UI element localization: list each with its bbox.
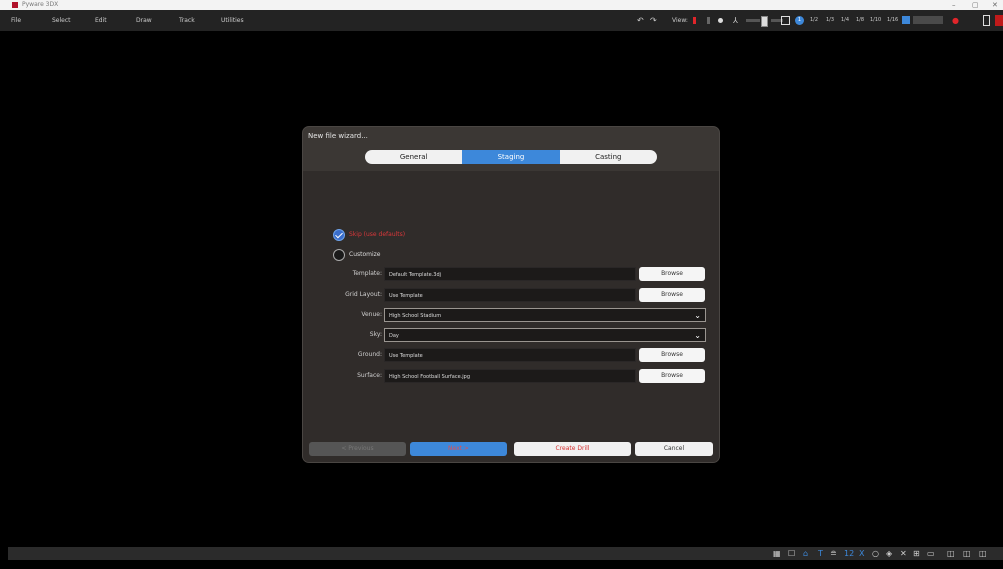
template-field[interactable]: Default Template.3dj — [384, 267, 636, 281]
grid-layout-field[interactable]: Use Template — [384, 288, 636, 302]
maximize-button[interactable]: ▢ — [972, 0, 979, 10]
customize-radio[interactable] — [333, 249, 345, 261]
slider-handle-icon[interactable] — [761, 16, 768, 27]
view-label: View: — [672, 17, 688, 24]
redo-icon[interactable]: ↷ — [650, 10, 657, 31]
view-grey-marker-icon[interactable] — [707, 17, 710, 24]
fraction-1-2[interactable]: 1/2 — [810, 10, 818, 31]
staging-panel: Skip (use defaults) Customize Template: … — [303, 171, 719, 462]
create-drill-button[interactable]: Create Drill — [514, 442, 631, 456]
slider-track-icon[interactable] — [746, 19, 760, 22]
view-1-icon[interactable]: ◫ — [947, 547, 955, 560]
zoom-x-label: X — [859, 549, 865, 558]
menu-edit[interactable]: Edit — [95, 10, 107, 31]
new-file-wizard-dialog: New file wizard... General Staging Casti… — [303, 127, 719, 462]
goalpost-icon[interactable]: T — [818, 547, 823, 560]
location-pin-icon[interactable]: ● — [952, 10, 959, 31]
fraction-1-4[interactable]: 1/4 — [841, 10, 849, 31]
template-browse-button[interactable]: Browse — [639, 267, 705, 281]
template-label: Template: — [352, 270, 382, 277]
grid-layout-browse-button[interactable]: Browse — [639, 288, 705, 302]
skip-label: Skip (use defaults) — [349, 231, 406, 238]
fraction-1-8[interactable]: 1/8 — [856, 10, 864, 31]
home-icon[interactable]: ⌂ — [803, 547, 808, 560]
window-titlebar: Pyware 3DX – ▢ ✕ — [0, 0, 1003, 10]
fraction-1-10[interactable]: 1/10 — [870, 10, 881, 31]
fraction-1-16[interactable]: 1/16 — [887, 10, 898, 31]
view-dot-icon[interactable] — [718, 18, 723, 23]
chevron-down-icon: ⌄ — [694, 331, 701, 340]
view-2-icon[interactable]: ◫ — [963, 547, 971, 560]
venue-value: High School Stadium — [389, 313, 442, 319]
sky-label: Sky: — [369, 331, 382, 338]
minimize-button[interactable]: – — [952, 0, 956, 10]
menu-bar: File Select Edit Draw Track Utilities ↶ … — [0, 10, 1003, 31]
wizard-tabs: General Staging Casting — [365, 150, 657, 164]
chevron-down-icon: ⌄ — [694, 311, 701, 320]
menu-utilities[interactable]: Utilities — [221, 10, 244, 31]
view-red-marker-icon[interactable] — [693, 17, 696, 24]
customize-label: Customize — [349, 251, 381, 258]
camera-icon[interactable]: ▭ — [927, 547, 935, 560]
input-box[interactable] — [913, 16, 943, 24]
tab-general[interactable]: General — [365, 150, 463, 164]
window-title: Pyware 3DX — [22, 1, 59, 8]
next-button[interactable]: Next > — [410, 442, 507, 456]
sky-select[interactable]: Day ⌄ — [384, 328, 706, 342]
venue-select[interactable]: High School Stadium ⌄ — [384, 308, 706, 322]
ground-label: Ground: — [357, 351, 382, 358]
view-3-icon[interactable]: ◫ — [979, 547, 987, 560]
menu-file[interactable]: File — [11, 10, 21, 31]
menu-select[interactable]: Select — [52, 10, 71, 31]
cross-icon[interactable]: ✕ — [900, 547, 907, 560]
panel-toggle-icon[interactable] — [983, 15, 990, 26]
table-icon[interactable]: ⊞ — [913, 547, 920, 560]
fraction-1-3[interactable]: 1/3 — [826, 10, 834, 31]
compass-icon[interactable]: ⅄ — [733, 10, 738, 31]
undo-icon[interactable]: ↶ — [637, 10, 644, 31]
menu-draw[interactable]: Draw — [136, 10, 152, 31]
stairs-icon[interactable]: ≘ — [830, 547, 837, 560]
square-icon[interactable]: ☐ — [788, 547, 795, 560]
surface-field[interactable]: High School Football Surface.jpg — [384, 369, 636, 383]
dialog-title: New file wizard... — [308, 132, 368, 140]
square-view-icon[interactable] — [781, 16, 790, 25]
diamond-icon[interactable]: ◈ — [886, 547, 892, 560]
record-icon[interactable] — [995, 15, 1003, 26]
tab-staging[interactable]: Staging — [462, 150, 560, 164]
check-toggle-icon[interactable] — [902, 16, 910, 24]
level-badge[interactable]: 1 — [795, 16, 804, 25]
app-icon — [12, 2, 18, 8]
grid-layout-label: Grid Layout: — [345, 291, 382, 298]
cancel-button[interactable]: Cancel — [635, 442, 713, 456]
ground-field[interactable]: Use Template — [384, 348, 636, 362]
bottom-strip — [0, 560, 1003, 569]
sky-value: Day — [389, 333, 399, 339]
close-button[interactable]: ✕ — [992, 0, 998, 10]
surface-label: Surface: — [357, 372, 382, 379]
grid-icon[interactable]: ▦ — [773, 547, 781, 560]
surface-browse-button[interactable]: Browse — [639, 369, 705, 383]
zoom-value[interactable]: 12 — [844, 547, 854, 560]
previous-button[interactable]: < Previous — [309, 442, 406, 456]
skip-radio[interactable] — [333, 229, 345, 241]
ground-browse-button[interactable]: Browse — [639, 348, 705, 362]
venue-label: Venue: — [361, 311, 382, 318]
status-bar: ▦ ☐ ⌂ T ≘ 12 X ○ ◈ ✕ ⊞ ▭ ◫ ◫ ◫ — [8, 547, 1003, 560]
tab-casting[interactable]: Casting — [559, 150, 657, 164]
menu-track[interactable]: Track — [179, 10, 195, 31]
circle-icon[interactable]: ○ — [872, 547, 879, 560]
